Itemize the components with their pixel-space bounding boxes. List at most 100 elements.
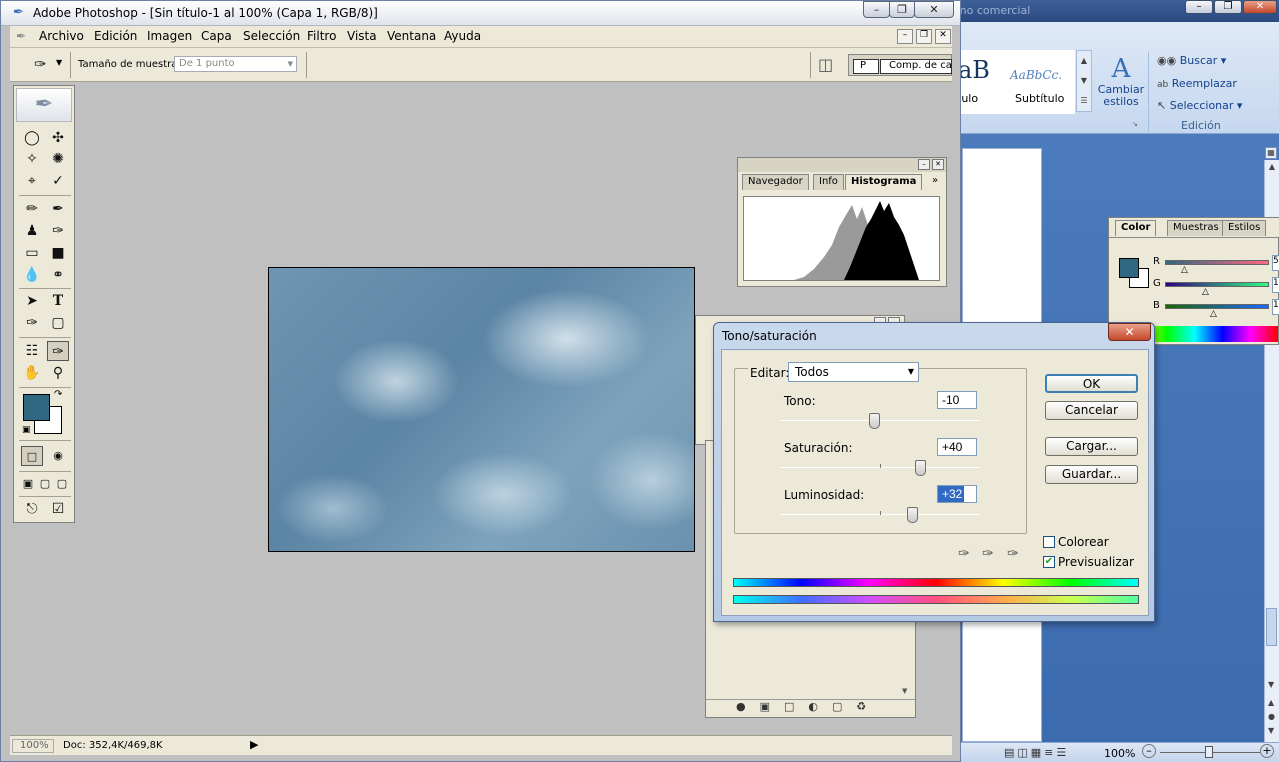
scroll-up-arrow-icon[interactable]: ▲ bbox=[1265, 162, 1279, 171]
channel-g-thumb[interactable]: △ bbox=[1202, 287, 1209, 297]
channel-r-value[interactable]: 5 bbox=[1272, 255, 1279, 271]
styles-dialog-launcher[interactable]: ↘ bbox=[1132, 120, 1142, 130]
document-canvas[interactable] bbox=[268, 267, 695, 552]
status-menu-arrow-icon[interactable]: ▶ bbox=[250, 738, 258, 751]
view-buttons[interactable]: ▤◫▦≡☰ bbox=[1004, 746, 1069, 759]
saturation-slider-thumb[interactable] bbox=[915, 460, 926, 476]
palette-well-tab-layer-comps[interactable]: Comp. de cap bbox=[880, 59, 952, 74]
slice-tool-icon[interactable]: ✓ bbox=[47, 171, 69, 191]
sample-size-select[interactable]: De 1 punto ▼ bbox=[174, 56, 297, 72]
brush-tool-icon[interactable]: ✒ bbox=[47, 199, 69, 219]
hue-slider-thumb[interactable] bbox=[869, 413, 881, 429]
find-button[interactable]: ◉◉ Buscar ▾ bbox=[1157, 54, 1226, 67]
browse-object-icon[interactable]: ● bbox=[1268, 712, 1275, 721]
palette-menu-icon[interactable]: » bbox=[932, 175, 938, 186]
word-minimize-button[interactable]: – bbox=[1185, 0, 1213, 14]
doc-close-button[interactable]: ✕ bbox=[935, 29, 951, 44]
scroll-down-arrow-icon[interactable]: ▼ bbox=[1268, 680, 1274, 689]
ruler-toggle-icon[interactable]: ▦ bbox=[1265, 147, 1277, 159]
cancel-button[interactable]: Cancelar bbox=[1045, 401, 1138, 420]
channel-g-bar[interactable] bbox=[1165, 282, 1269, 287]
channel-b-bar[interactable] bbox=[1165, 304, 1269, 309]
marquee-tool-icon[interactable]: ◯ bbox=[21, 128, 43, 148]
preview-label[interactable]: Previsualizar bbox=[1058, 555, 1134, 569]
hue-input[interactable] bbox=[937, 391, 977, 409]
lightness-input[interactable] bbox=[937, 485, 977, 503]
lightness-slider-thumb[interactable] bbox=[907, 507, 918, 523]
style-gallery-scroll[interactable]: ▲ ▼ ☰ bbox=[1076, 50, 1092, 112]
crop-tool-icon[interactable]: ⌖ bbox=[21, 171, 43, 191]
scroll-thumb[interactable] bbox=[1266, 608, 1277, 646]
ps-close-button[interactable]: ✕ bbox=[914, 1, 954, 18]
colorize-label[interactable]: Colorear bbox=[1058, 535, 1109, 549]
eraser-tool-icon[interactable]: ▭ bbox=[21, 243, 43, 263]
default-colors-icon[interactable]: ▣ bbox=[22, 425, 31, 435]
palette-well-tab-short[interactable]: P bbox=[853, 59, 879, 74]
doc-minimize-button[interactable]: – bbox=[897, 29, 913, 44]
replace-button[interactable]: ab Reemplazar bbox=[1157, 77, 1237, 90]
pen-tool-icon[interactable]: ✑ bbox=[21, 313, 43, 333]
tab-histograma[interactable]: Histograma bbox=[845, 174, 923, 190]
tab-info[interactable]: Info bbox=[813, 174, 844, 190]
path-selection-tool-icon[interactable]: ➤ bbox=[21, 291, 43, 311]
color-fg-swatch[interactable] bbox=[1119, 258, 1139, 278]
tab-navegador[interactable]: Navegador bbox=[742, 174, 809, 190]
style-title[interactable]: aB tulo bbox=[955, 50, 1005, 114]
file-browser-icon[interactable]: ◫ bbox=[818, 55, 833, 74]
status-zoom-field[interactable]: 100% bbox=[12, 739, 54, 753]
select-button[interactable]: ↖ Seleccionar ▾ bbox=[1157, 99, 1242, 112]
quick-mask-mode-icon[interactable]: ◉ bbox=[47, 446, 69, 466]
tool-preset-arrow-icon[interactable]: ▼ bbox=[56, 58, 62, 67]
menu-seleccion[interactable]: Selección bbox=[243, 29, 300, 43]
move-tool-icon[interactable]: ✣ bbox=[47, 128, 69, 148]
saturation-input[interactable] bbox=[937, 438, 977, 456]
word-close-button[interactable]: ✕ bbox=[1243, 0, 1277, 14]
prev-page-icon[interactable]: ▲ bbox=[1268, 698, 1274, 707]
edit-select[interactable]: Todos ▼ bbox=[788, 362, 919, 382]
menu-vista[interactable]: Vista bbox=[347, 29, 377, 43]
save-button[interactable]: Guardar... bbox=[1045, 465, 1138, 484]
doc-restore-button[interactable]: ❐ bbox=[916, 29, 932, 44]
dodge-tool-icon[interactable]: ⚭ bbox=[47, 265, 69, 285]
word-maximize-button[interactable]: ❐ bbox=[1214, 0, 1242, 14]
gradient-tool-icon[interactable]: ■ bbox=[47, 243, 69, 263]
menu-capa[interactable]: Capa bbox=[201, 29, 232, 43]
menu-filtro[interactable]: Filtro bbox=[307, 29, 336, 43]
zoom-in-button[interactable]: + bbox=[1260, 744, 1274, 758]
channel-g-value[interactable]: 1 bbox=[1272, 277, 1279, 293]
foreground-color-swatch[interactable] bbox=[23, 394, 50, 421]
tab-color[interactable]: Color bbox=[1115, 220, 1157, 236]
type-tool-icon[interactable]: T bbox=[47, 291, 69, 311]
tab-muestras[interactable]: Muestras bbox=[1167, 220, 1225, 236]
ok-button[interactable]: OK bbox=[1045, 374, 1138, 393]
layers-palette-scroll-down-icon[interactable]: ▼ bbox=[902, 687, 907, 695]
imageready-check-icon[interactable]: ☑ bbox=[47, 499, 69, 519]
ps-maximize-button[interactable]: ❐ bbox=[889, 1, 915, 18]
clone-stamp-tool-icon[interactable]: ♟ bbox=[21, 221, 43, 241]
channel-b-thumb[interactable]: △ bbox=[1210, 309, 1217, 319]
zoom-tool-icon[interactable]: ⚲ bbox=[47, 363, 69, 383]
jump-to-imageready-icon[interactable]: ⎋ bbox=[21, 499, 43, 519]
lasso-tool-icon[interactable]: ✧ bbox=[21, 149, 43, 169]
notes-tool-icon[interactable]: ☷ bbox=[21, 341, 43, 361]
healing-brush-tool-icon[interactable]: ✏ bbox=[21, 199, 43, 219]
channel-b-value[interactable]: 1 bbox=[1272, 299, 1279, 315]
screen-mode-full-menu-icon[interactable]: ▢ bbox=[36, 474, 54, 494]
dialog-close-button[interactable]: ✕ bbox=[1108, 323, 1151, 341]
shape-tool-icon[interactable]: ▢ bbox=[47, 313, 69, 333]
hand-tool-icon[interactable]: ✋ bbox=[21, 363, 43, 383]
style-subtitle[interactable]: AaBbCc. Subtítulo bbox=[1005, 50, 1075, 114]
eyedropper-minus-icon[interactable]: ✑ bbox=[1007, 546, 1019, 562]
blur-tool-icon[interactable]: 💧 bbox=[21, 265, 43, 285]
channel-r-thumb[interactable]: △ bbox=[1181, 265, 1188, 275]
screen-mode-full-icon[interactable]: ▢ bbox=[53, 474, 71, 494]
screen-mode-standard-icon[interactable]: ▣ bbox=[19, 474, 37, 494]
menu-imagen[interactable]: Imagen bbox=[147, 29, 192, 43]
menu-archivo[interactable]: Archivo bbox=[39, 29, 84, 43]
next-page-icon[interactable]: ▼ bbox=[1268, 726, 1274, 735]
eyedropper-icon[interactable]: ✑ bbox=[958, 546, 970, 562]
colorize-checkbox[interactable] bbox=[1043, 536, 1055, 548]
load-button[interactable]: Cargar... bbox=[1045, 437, 1138, 456]
eyedropper-plus-icon[interactable]: ✑ bbox=[982, 546, 994, 562]
eyedropper-tool-selected-icon[interactable]: ✑ bbox=[47, 341, 69, 361]
